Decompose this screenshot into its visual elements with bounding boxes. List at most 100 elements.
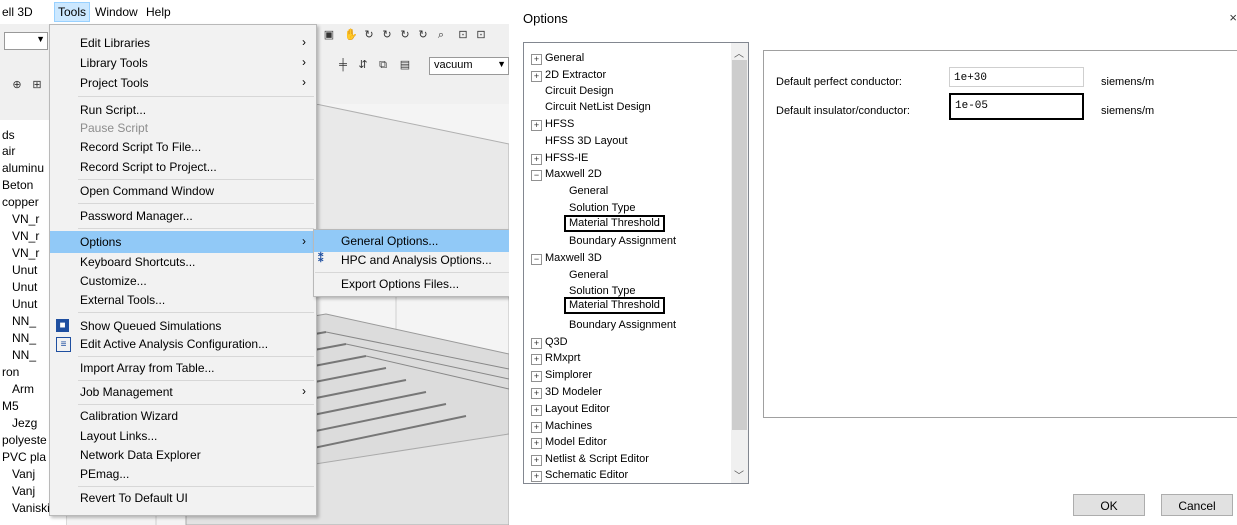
tree-node-m3d-general[interactable]: General bbox=[569, 267, 608, 283]
tree-item[interactable]: copper bbox=[2, 195, 39, 209]
rotate-icon[interactable]: ↻ bbox=[362, 28, 376, 42]
fit-icon[interactable]: ⊡ bbox=[456, 28, 470, 42]
expand-icon[interactable]: + bbox=[531, 354, 542, 365]
menu-item-pemag[interactable]: PEmag... bbox=[50, 463, 316, 485]
menu-item-import-array[interactable]: Import Array from Table... bbox=[50, 357, 316, 379]
tree-item[interactable]: ds bbox=[2, 128, 15, 142]
menu-item-open-command-window[interactable]: Open Command Window bbox=[50, 180, 316, 202]
submenu-item-export-options-files[interactable]: Export Options Files... bbox=[314, 273, 509, 295]
menu-item-revert-default-ui[interactable]: Revert To Default UI bbox=[50, 487, 316, 509]
chevron-down-icon[interactable]: ﹀ bbox=[734, 467, 744, 482]
expand-icon[interactable]: + bbox=[531, 54, 542, 65]
menu-item-password-manager[interactable]: Password Manager... bbox=[50, 205, 316, 227]
expand-icon[interactable]: + bbox=[531, 388, 542, 399]
tree-node-q3d[interactable]: Q3D bbox=[545, 334, 568, 350]
tree-node-maxwell-2d[interactable]: Maxwell 2D bbox=[545, 166, 602, 182]
menu-item-library-tools[interactable]: Library Tools › bbox=[50, 52, 316, 74]
zoom-icon[interactable]: ⌕ bbox=[434, 28, 448, 42]
menu-item-edit-libraries[interactable]: Edit Libraries › bbox=[50, 32, 316, 54]
scrollbar-thumb[interactable] bbox=[732, 60, 747, 430]
snap-icon[interactable]: ⊕ bbox=[10, 78, 24, 92]
tree-node-circuit-netlist[interactable]: Circuit NetList Design bbox=[545, 99, 651, 115]
fit-selection-icon[interactable]: ⊡ bbox=[474, 28, 488, 42]
tree-item[interactable]: NN_ bbox=[12, 331, 36, 345]
grid-icon[interactable]: ⊞ bbox=[30, 78, 44, 92]
menu-item-external-tools[interactable]: External Tools... bbox=[50, 289, 316, 311]
tree-node-model-editor[interactable]: Model Editor bbox=[545, 434, 607, 450]
tree-node-3d-modeler[interactable]: 3D Modeler bbox=[545, 384, 602, 400]
tree-item[interactable]: Beton bbox=[2, 178, 33, 192]
chevron-up-icon[interactable]: ︿ bbox=[734, 45, 744, 60]
expand-icon[interactable]: + bbox=[531, 438, 542, 449]
tree-node-general[interactable]: General bbox=[545, 50, 584, 66]
boolean-icon[interactable]: ⧉ bbox=[376, 58, 390, 72]
menu-window[interactable]: Window bbox=[95, 5, 138, 19]
expand-icon[interactable]: + bbox=[531, 371, 542, 382]
menu-tools[interactable]: Tools bbox=[54, 2, 91, 22]
tree-node-m2d-boundary-assignment[interactable]: Boundary Assignment bbox=[569, 233, 676, 249]
tree-item[interactable]: VN_r bbox=[12, 229, 39, 243]
tree-node-schematic-editor[interactable]: Schematic Editor bbox=[545, 467, 628, 483]
tree-node-m2d-solution-type[interactable]: Solution Type bbox=[569, 200, 635, 216]
tree-node-layout-editor[interactable]: Layout Editor bbox=[545, 401, 610, 417]
tree-node-hfss[interactable]: HFSS bbox=[545, 116, 574, 132]
tree-item[interactable]: aluminu bbox=[2, 161, 44, 175]
tree-node-hfss-3d-layout[interactable]: HFSS 3D Layout bbox=[545, 133, 628, 149]
expand-icon[interactable]: + bbox=[531, 71, 542, 82]
coordinate-icon[interactable]: ▤ bbox=[398, 58, 412, 72]
ok-button[interactable]: OK bbox=[1073, 494, 1145, 516]
menu-item-record-script-project[interactable]: Record Script to Project... bbox=[50, 156, 316, 178]
cancel-button[interactable]: Cancel bbox=[1161, 494, 1233, 516]
rotate3-icon[interactable]: ↻ bbox=[398, 28, 412, 42]
pan-icon[interactable]: ✋ bbox=[344, 28, 358, 42]
menu-item-options[interactable]: Options › bbox=[50, 231, 316, 253]
menu-item-record-script-file[interactable]: Record Script To File... bbox=[50, 136, 316, 158]
collapse-icon[interactable]: − bbox=[531, 170, 542, 181]
tree-node-m3d-boundary-assignment[interactable]: Boundary Assignment bbox=[569, 317, 676, 333]
expand-icon[interactable]: + bbox=[531, 455, 542, 466]
close-icon[interactable]: × bbox=[1229, 10, 1237, 25]
tree-node-simplorer[interactable]: Simplorer bbox=[545, 367, 592, 383]
tree-item[interactable]: Unut bbox=[12, 263, 37, 277]
material-dropdown[interactable]: vacuum ▼ bbox=[429, 57, 509, 75]
sweep-icon[interactable]: ⇵ bbox=[356, 58, 370, 72]
insulator-conductor-field[interactable]: 1e-05 bbox=[949, 93, 1084, 120]
expand-icon[interactable]: + bbox=[531, 471, 542, 482]
tree-item[interactable]: NN_ bbox=[12, 314, 36, 328]
tree-item[interactable]: NN_ bbox=[12, 348, 36, 362]
tree-item[interactable]: Vanj bbox=[12, 484, 35, 498]
view-icon[interactable]: ▣ bbox=[322, 28, 336, 42]
tree-item[interactable]: Jezg bbox=[12, 416, 37, 430]
rotate2-icon[interactable]: ↻ bbox=[380, 28, 394, 42]
tree-node-m2d-general[interactable]: General bbox=[569, 183, 608, 199]
tree-node-m2d-material-threshold[interactable]: Material Threshold bbox=[564, 215, 665, 232]
tree-item[interactable]: ron bbox=[2, 365, 19, 379]
menu-app-title[interactable]: ell 3D bbox=[2, 5, 33, 19]
perfect-conductor-field[interactable]: 1e+30 bbox=[949, 67, 1084, 87]
tree-node-rmxprt[interactable]: RMxprt bbox=[545, 350, 580, 366]
tree-node-circuit-design[interactable]: Circuit Design bbox=[545, 83, 613, 99]
tree-item[interactable]: Unut bbox=[12, 297, 37, 311]
toolbar-dropdown-left[interactable]: ▼ bbox=[4, 32, 48, 50]
collapse-icon[interactable]: − bbox=[531, 254, 542, 265]
tree-scrollbar[interactable]: ︿ ﹀ bbox=[731, 43, 748, 483]
tree-item[interactable]: air bbox=[2, 144, 15, 158]
menu-item-job-management[interactable]: Job Management › bbox=[50, 381, 316, 403]
menu-item-project-tools[interactable]: Project Tools › bbox=[50, 72, 316, 94]
tree-item[interactable]: Vanj bbox=[12, 467, 35, 481]
tree-node-hfss-ie[interactable]: HFSS-IE bbox=[545, 150, 588, 166]
tree-node-maxwell-3d[interactable]: Maxwell 3D bbox=[545, 250, 602, 266]
tree-item[interactable]: polyeste bbox=[2, 433, 47, 447]
tree-node-2d-extractor[interactable]: 2D Extractor bbox=[545, 67, 606, 83]
tree-item[interactable]: Unut bbox=[12, 280, 37, 294]
tree-item[interactable]: PVC pla bbox=[2, 450, 46, 464]
tree-node-machines[interactable]: Machines bbox=[545, 418, 592, 434]
menu-item-edit-active-analysis[interactable]: ≡ Edit Active Analysis Configuration... bbox=[50, 333, 316, 355]
rotate4-icon[interactable]: ↻ bbox=[416, 28, 430, 42]
expand-icon[interactable]: + bbox=[531, 338, 542, 349]
expand-icon[interactable]: + bbox=[531, 154, 542, 165]
expand-icon[interactable]: + bbox=[531, 405, 542, 416]
tree-node-m3d-material-threshold[interactable]: Material Threshold bbox=[564, 297, 665, 314]
tree-item[interactable]: VN_r bbox=[12, 212, 39, 226]
submenu-item-hpc-analysis-options[interactable]: ⁑ HPC and Analysis Options... bbox=[314, 249, 509, 271]
